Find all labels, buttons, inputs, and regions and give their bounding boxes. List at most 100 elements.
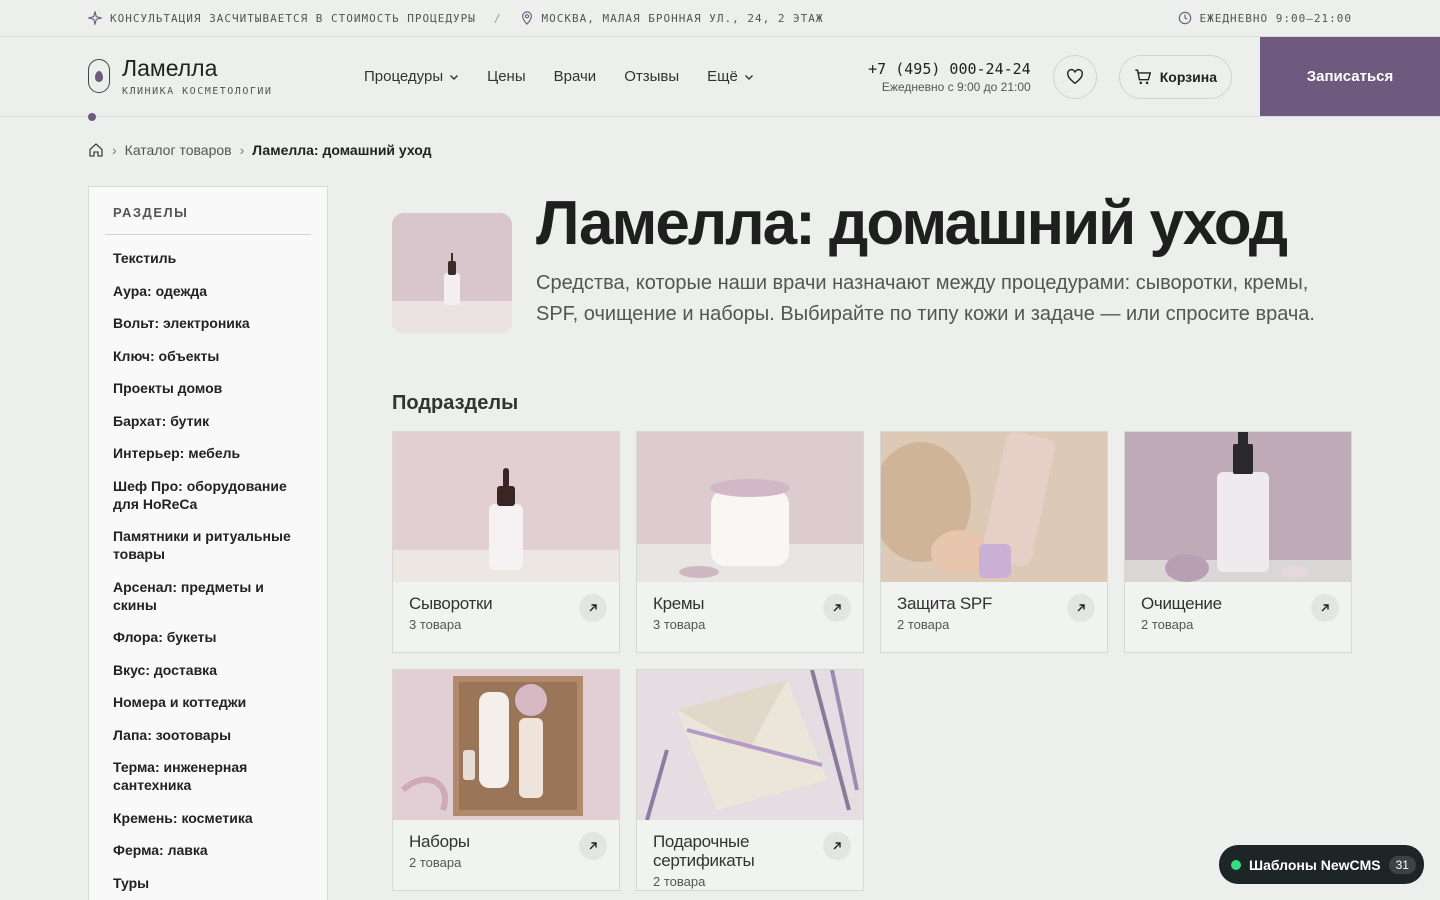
sidebar-item[interactable]: Ферма: лавка xyxy=(105,841,311,859)
phone-number[interactable]: +7 (495) 000-24-24 xyxy=(868,60,1031,78)
working-hours: ЕЖЕДНЕВНО 9:00–21:00 xyxy=(1178,11,1352,25)
card-name: Очищение xyxy=(1141,594,1222,613)
logo-drop-icon xyxy=(88,59,110,94)
card-count: 2 товара xyxy=(409,855,462,870)
sidebar-item[interactable]: Бархат: бутик xyxy=(105,412,311,430)
subsections-title: Подразделы xyxy=(392,392,519,414)
subsection-card-spf[interactable]: Защита SPF 2 товара xyxy=(880,431,1108,653)
sidebar-item[interactable]: Ключ: объекты xyxy=(105,347,311,365)
sidebar-item[interactable]: Терма: инженерная сантехника xyxy=(105,758,311,794)
chevron-right-icon: › xyxy=(239,142,245,158)
gift-set-image xyxy=(393,670,619,820)
breadcrumb-current: Ламелла: домашний уход xyxy=(252,142,432,158)
cream-image xyxy=(637,432,863,582)
breadcrumb: › Каталог товаров › Ламелла: домашний ух… xyxy=(88,142,432,158)
logo-name: Ламелла xyxy=(122,55,218,82)
nav-more[interactable]: Ещё xyxy=(707,68,754,85)
card-name: Подарочные сертификаты xyxy=(653,832,755,870)
spf-image xyxy=(881,432,1107,582)
sidebar-item[interactable]: Вольт: электроника xyxy=(105,314,311,332)
badge-label: Шаблоны NewCMS xyxy=(1249,856,1381,873)
location-pin-icon xyxy=(521,11,532,25)
chevron-right-icon: › xyxy=(112,142,117,158)
arrow-up-right-icon[interactable] xyxy=(579,832,607,860)
cleanser-image xyxy=(1125,432,1351,582)
nav-reviews[interactable]: Отзывы xyxy=(624,68,679,85)
site-header: Ламелла КЛИНИКА КОСМЕТОЛОГИИ Процедуры Ц… xyxy=(0,37,1440,121)
sidebar-item[interactable]: Кремень: косметика xyxy=(105,809,311,827)
templates-badge[interactable]: Шаблоны NewCMS 31 xyxy=(1219,845,1424,884)
heart-icon xyxy=(1066,68,1083,84)
top-info-bar: КОНСУЛЬТАЦИЯ ЗАСЧИТЫВАЕТСЯ В СТОИМОСТЬ П… xyxy=(0,0,1440,37)
logo-indicator-dot xyxy=(88,113,96,121)
sidebar-item[interactable]: Флора: букеты xyxy=(105,628,311,646)
cart-label: Корзина xyxy=(1159,68,1217,85)
sidebar-item[interactable]: Интерьер: мебель xyxy=(105,444,311,462)
subsection-card-cleansing[interactable]: Очищение 2 товара xyxy=(1124,431,1352,653)
hours-text: ЕЖЕДНЕВНО 9:00–21:00 xyxy=(1199,11,1352,25)
arrow-up-right-icon[interactable] xyxy=(1067,594,1095,622)
address-text: МОСКВА, МАЛАЯ БРОННАЯ УЛ., 24, 2 ЭТАЖ xyxy=(541,11,824,25)
phone-block[interactable]: +7 (495) 000-24-24 Ежедневно с 9:00 до 2… xyxy=(868,60,1031,94)
subsection-card-gift-certificates[interactable]: Подарочные сертификаты 2 товара xyxy=(636,669,864,891)
logo-subtitle: КЛИНИКА КОСМЕТОЛОГИИ xyxy=(122,85,273,97)
sidebar-item[interactable]: Лапа: зоотовары xyxy=(105,726,311,744)
topbar-separator: / xyxy=(493,11,502,25)
nav-more-label: Ещё xyxy=(707,68,738,85)
subsection-card-sets[interactable]: Наборы 2 товара xyxy=(392,669,620,891)
nav-prices[interactable]: Цены xyxy=(487,68,526,85)
nav-procedures[interactable]: Процедуры xyxy=(364,68,459,85)
favorites-button[interactable] xyxy=(1052,54,1097,99)
consult-note: КОНСУЛЬТАЦИЯ ЗАСЧИТЫВАЕТСЯ В СТОИМОСТЬ П… xyxy=(88,11,476,25)
sparkle-icon xyxy=(88,11,102,25)
sidebar-title: РАЗДЕЛЫ xyxy=(105,205,311,235)
consult-text: КОНСУЛЬТАЦИЯ ЗАСЧИТЫВАЕТСЯ В СТОИМОСТЬ П… xyxy=(110,11,476,25)
arrow-up-right-icon[interactable] xyxy=(579,594,607,622)
clock-icon xyxy=(1178,11,1191,25)
sidebar-item[interactable]: Шеф Про: оборудование для HoReCa xyxy=(105,477,311,513)
card-name: Наборы xyxy=(409,832,470,851)
card-count: 3 товара xyxy=(653,617,706,632)
card-count: 3 товара xyxy=(409,617,462,632)
address[interactable]: МОСКВА, МАЛАЯ БРОННАЯ УЛ., 24, 2 ЭТАЖ xyxy=(520,11,824,25)
sections-sidebar: РАЗДЕЛЫ Текстиль Аура: одежда Вольт: эле… xyxy=(88,186,328,900)
sidebar-item[interactable]: Аура: одежда xyxy=(105,282,311,300)
card-count: 2 товара xyxy=(897,617,950,632)
card-count: 2 товара xyxy=(1141,617,1194,632)
sidebar-item[interactable]: Вкус: доставка xyxy=(105,661,311,679)
page-title: Ламелла: домашний уход xyxy=(536,189,1288,258)
sidebar-item[interactable]: Номера и коттеджи xyxy=(105,693,311,711)
arrow-up-right-icon[interactable] xyxy=(823,832,851,860)
badge-count: 31 xyxy=(1388,855,1416,874)
logo[interactable]: Ламелла КЛИНИКА КОСМЕТОЛОГИИ xyxy=(88,55,364,97)
card-name: Сыворотки xyxy=(409,594,493,613)
sidebar-item[interactable]: Арсенал: предметы и скины xyxy=(105,578,311,614)
envelope-image xyxy=(637,670,863,820)
subsection-card-serums[interactable]: Сыворотки 3 товара xyxy=(392,431,620,653)
category-image xyxy=(392,213,512,333)
sidebar-item[interactable]: Памятники и ритуальные товары xyxy=(105,527,311,563)
sidebar-item[interactable]: Проекты домов xyxy=(105,379,311,397)
arrow-up-right-icon[interactable] xyxy=(1311,594,1339,622)
sidebar-list: Текстиль Аура: одежда Вольт: электроника… xyxy=(105,249,311,892)
card-name: Кремы xyxy=(653,594,705,613)
card-name: Защита SPF xyxy=(897,594,993,613)
arrow-up-right-icon[interactable] xyxy=(823,594,851,622)
status-dot xyxy=(1231,859,1241,870)
breadcrumb-catalog[interactable]: Каталог товаров xyxy=(125,142,232,158)
main-nav: Процедуры Цены Врачи Отзывы Ещё xyxy=(364,68,754,85)
cart-button[interactable]: Корзина xyxy=(1118,54,1232,99)
home-icon[interactable] xyxy=(88,142,104,158)
sidebar-item[interactable]: Текстиль xyxy=(105,249,311,267)
book-appointment-button[interactable]: Записаться xyxy=(1260,37,1440,116)
nav-procedures-label: Процедуры xyxy=(364,68,444,85)
subsection-card-creams[interactable]: Кремы 3 товара xyxy=(636,431,864,653)
nav-doctors[interactable]: Врачи xyxy=(554,68,597,85)
page-description: Средства, которые наши врачи назначают м… xyxy=(536,272,1315,325)
chevron-down-icon xyxy=(744,74,753,80)
chevron-down-icon xyxy=(450,74,459,80)
phone-hours: Ежедневно с 9:00 до 21:00 xyxy=(881,79,1031,94)
cart-icon xyxy=(1135,69,1151,84)
card-count: 2 товара xyxy=(653,874,706,889)
sidebar-item[interactable]: Туры xyxy=(105,874,311,892)
